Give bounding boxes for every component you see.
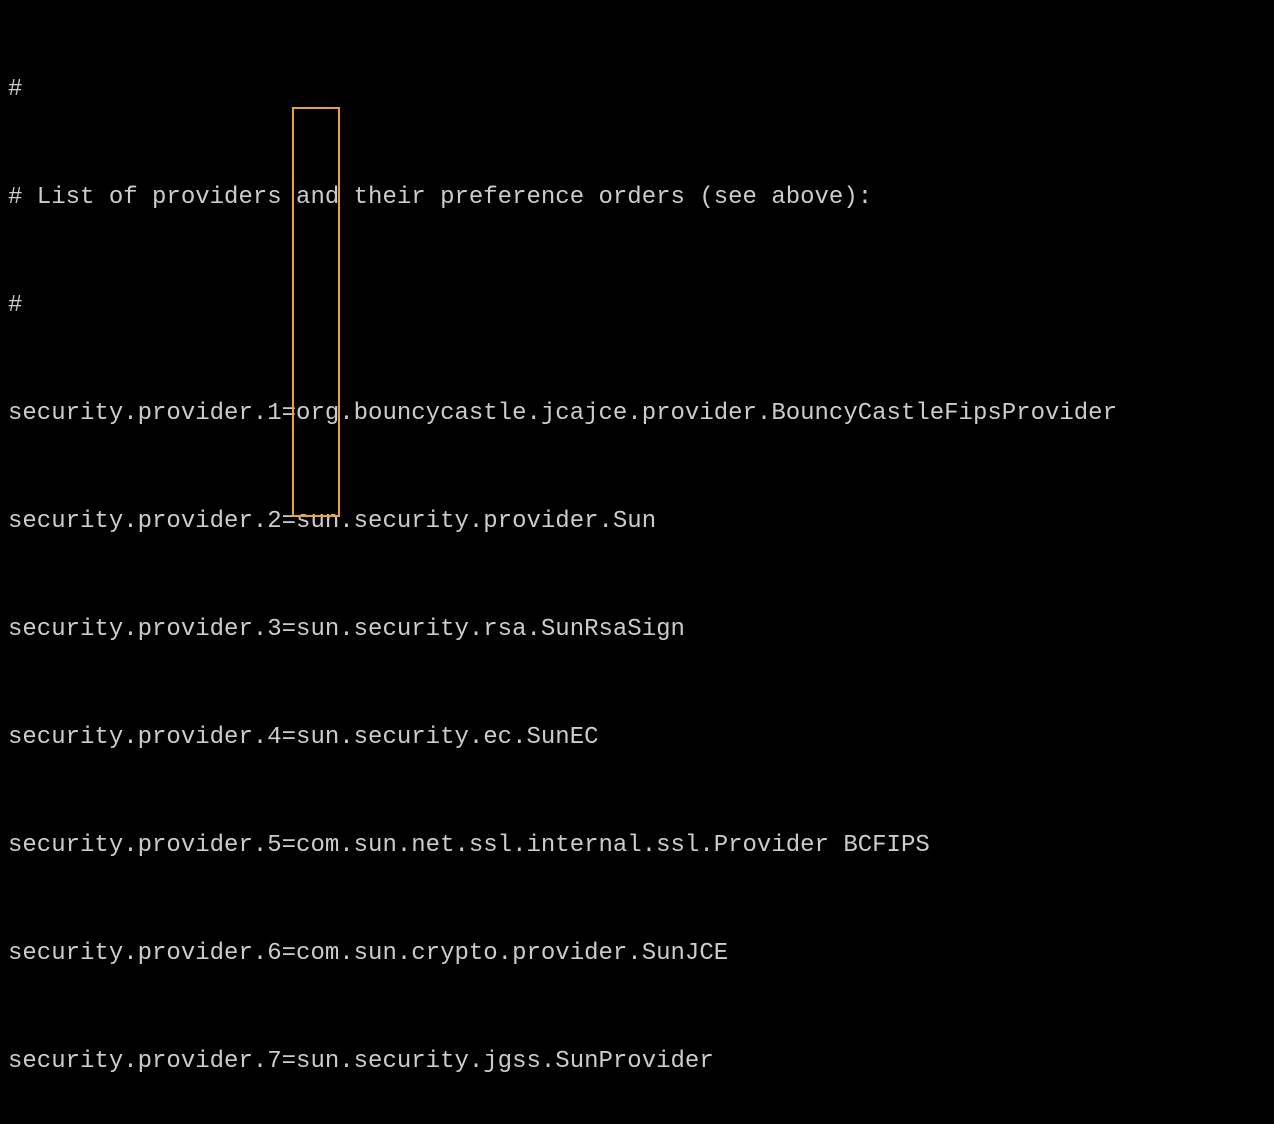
code-line: security.provider.4=sun.security.ec.SunE… bbox=[8, 720, 1266, 756]
code-line: security.provider.7=sun.security.jgss.Su… bbox=[8, 1044, 1266, 1080]
code-line: security.provider.3=sun.security.rsa.Sun… bbox=[8, 612, 1266, 648]
code-line: security.provider.1=org.bouncycastle.jca… bbox=[8, 396, 1266, 432]
code-block: # # List of providers and their preferen… bbox=[0, 0, 1274, 1124]
code-line: security.provider.5=com.sun.net.ssl.inte… bbox=[8, 828, 1266, 864]
code-line: # List of providers and their preference… bbox=[8, 180, 1266, 216]
code-line: # bbox=[8, 72, 1266, 108]
code-line: security.provider.6=com.sun.crypto.provi… bbox=[8, 936, 1266, 972]
code-line: security.provider.2=sun.security.provide… bbox=[8, 504, 1266, 540]
code-line: # bbox=[8, 288, 1266, 324]
